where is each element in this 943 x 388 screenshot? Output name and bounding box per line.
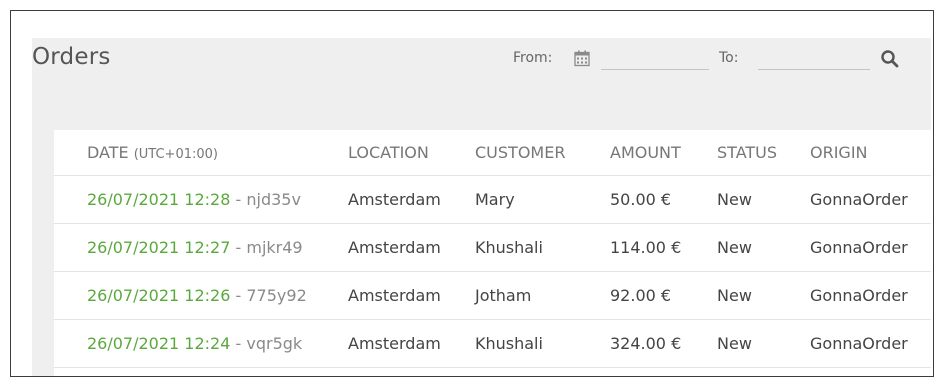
from-date-input[interactable] [601,48,709,70]
column-header-origin[interactable]: ORIGIN [810,130,931,176]
column-header-customer[interactable]: CUSTOMER [475,130,610,176]
page-title: Orders [32,44,111,70]
search-icon[interactable] [880,49,900,69]
location-cell: Amsterdam [348,271,475,320]
column-header-amount[interactable]: AMOUNT [610,130,717,176]
customer-cell: Mary [475,175,610,224]
origin-cell: GonnaOrder [810,223,931,272]
order-id: vqr5gk [246,333,303,353]
to-date-input[interactable] [758,48,870,70]
location-cell: Amsterdam [348,319,475,368]
table-row[interactable]: 26/07/2021 12:24 - vqr5gk Amsterdam Khus… [54,319,931,368]
order-id: njd35v [246,189,301,209]
origin-cell: GonnaOrder [810,319,931,368]
orders-panel: Orders From: To: DATE (UTC+01:00) LOCATI… [32,38,931,376]
location-cell: Amsterdam [348,223,475,272]
origin-cell: GonnaOrder [810,175,931,224]
order-id: mjkr49 [246,237,303,257]
column-date-timezone: (UTC+01:00) [133,146,218,162]
order-date-cell: 26/07/2021 12:27 - mjkr49 [54,223,348,272]
column-header-status[interactable]: STATUS [717,130,810,176]
location-cell: Amsterdam [348,175,475,224]
order-date-link[interactable]: 26/07/2021 12:27 [87,238,230,257]
order-date-cell: 26/07/2021 12:28 - njd35v [54,175,348,224]
order-date-cell: 26/07/2021 12:26 - 775y92 [54,271,348,320]
from-label: From: [513,50,553,66]
column-header-location[interactable]: LOCATION [348,130,475,176]
table-row[interactable]: 26/07/2021 12:26 - 775y92 Amsterdam Joth… [54,271,931,320]
amount-cell: 324.00 € [610,319,717,368]
origin-cell: GonnaOrder [810,271,931,320]
column-header-date[interactable]: DATE (UTC+01:00) [54,130,348,176]
orders-window: Orders From: To: DATE (UTC+01:00) LOCATI… [10,10,934,377]
status-cell: New [717,271,810,320]
amount-cell: 50.00 € [610,175,717,224]
table-header-row: DATE (UTC+01:00) LOCATION CUSTOMER AMOUN… [54,130,931,176]
table-row[interactable]: 26/07/2021 12:27 - mjkr49 Amsterdam Khus… [54,223,931,272]
order-date-link[interactable]: 26/07/2021 12:26 [87,286,230,305]
customer-cell: Jotham [475,271,610,320]
amount-cell: 92.00 € [610,271,717,320]
amount-cell: 114.00 € [610,223,717,272]
table-row[interactable]: 26/07/2021 12:28 - njd35v Amsterdam Mary… [54,175,931,224]
orders-table-card: DATE (UTC+01:00) LOCATION CUSTOMER AMOUN… [54,130,931,376]
calendar-icon[interactable] [573,49,591,67]
order-id: 775y92 [246,285,307,305]
column-date-label: DATE [87,142,129,162]
status-cell: New [717,319,810,368]
status-cell: New [717,175,810,224]
customer-cell: Khushali [475,319,610,368]
customer-cell: Khushali [475,223,610,272]
to-label: To: [719,50,739,66]
order-date-link[interactable]: 26/07/2021 12:24 [87,334,230,353]
order-date-cell: 26/07/2021 12:24 - vqr5gk [54,319,348,368]
status-cell: New [717,223,810,272]
order-date-link[interactable]: 26/07/2021 12:28 [87,190,230,209]
orders-table: DATE (UTC+01:00) LOCATION CUSTOMER AMOUN… [54,130,931,368]
